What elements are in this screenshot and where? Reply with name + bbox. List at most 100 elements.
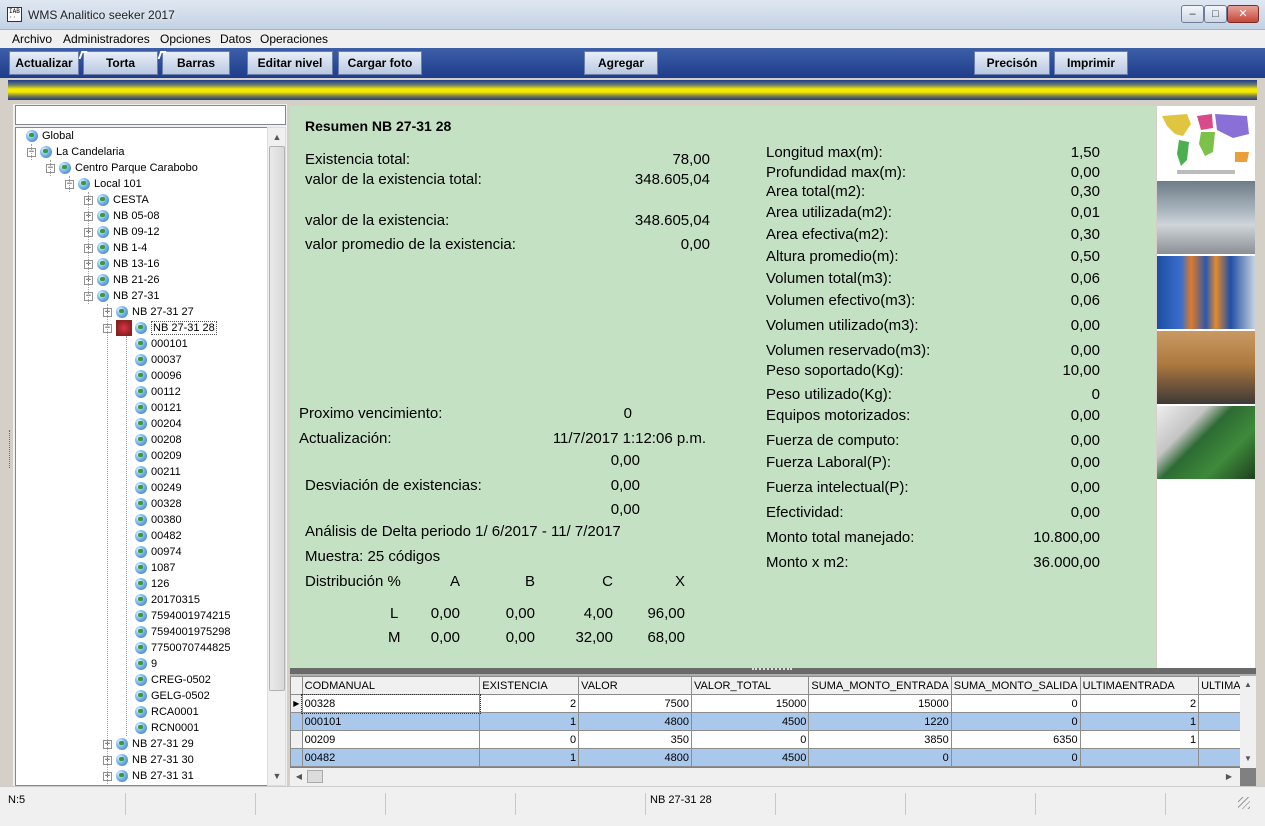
table-cell[interactable]: 4500 [690,748,810,767]
minimize-button[interactable]: – [1181,5,1204,23]
tree-node[interactable]: 00121 [122,400,182,416]
table-cell[interactable]: 15000 [808,694,952,713]
torta-button[interactable]: Torta [83,51,158,75]
table-cell[interactable]: 1220 [808,712,952,731]
actualizar-button[interactable]: Actualizar [9,51,79,75]
tree-node[interactable]: RCN0001 [122,720,199,736]
table-cell[interactable]: 1 [479,748,580,767]
agregar-button[interactable]: Agregar [584,51,658,75]
table-cell[interactable]: 6350 [950,730,1081,749]
circuit-image[interactable] [1157,406,1255,479]
tree-search-input[interactable] [15,105,286,125]
scroll-right-icon[interactable]: ▶ [1222,770,1236,784]
table-cell[interactable]: 1 [1079,730,1200,749]
tree-node[interactable]: 7594001974215 [122,608,231,624]
tree-node[interactable]: 00482 [122,528,182,544]
table-cell[interactable]: 0 [690,730,810,749]
table-cell[interactable]: 2 [479,694,580,713]
tree-scrollbar[interactable]: ▲ ▼ [267,127,286,786]
resize-grip-icon[interactable] [1238,797,1250,809]
tree-node[interactable]: CREG-0502 [122,672,211,688]
grid-horizontal-scrollbar[interactable]: ◀ ▶ [290,768,1240,786]
tree-node[interactable]: GELG-0502 [122,688,210,704]
table-cell[interactable]: 0 [950,712,1081,731]
menu-datos[interactable]: Datos [220,32,251,46]
tree-node[interactable]: 00974 [122,544,182,560]
tree-node[interactable]: RCA0001 [122,704,199,720]
row-indicator[interactable] [290,748,303,767]
scroll-up-icon[interactable]: ▲ [1241,678,1255,692]
table-cell[interactable]: 4500 [690,712,810,731]
tree-node[interactable]: 20170315 [122,592,200,608]
column-header[interactable]: CODMANUAL [301,676,481,695]
table-cell[interactable]: 0 [950,694,1081,713]
row-indicator[interactable] [290,712,303,731]
column-header[interactable]: SUMA_MONTO_ENTRADA [808,676,952,695]
tree-node[interactable]: 00204 [122,416,182,432]
tree-node[interactable]: 00380 [122,512,182,528]
table-cell[interactable]: 4800 [578,712,692,731]
tree-node[interactable]: − La Candelaria [27,144,125,160]
menu-opciones[interactable]: Opciones [160,32,211,46]
imprimir-button[interactable]: Imprimir [1054,51,1128,75]
close-button[interactable]: ✕ [1227,5,1259,23]
tree-node[interactable]: 00112 [122,384,181,400]
column-header[interactable]: SUMA_MONTO_SALIDA [950,676,1081,695]
tree-node[interactable]: + NB 05-08 [84,208,159,224]
tree-node[interactable]: + NB 27-31 27 [103,304,194,320]
table-cell[interactable]: 00328 [301,693,481,714]
scroll-left-icon[interactable]: ◀ [292,770,306,784]
table-cell[interactable]: 3850 [808,730,952,749]
tree-node[interactable]: + NB 09-12 [84,224,159,240]
tree-node[interactable]: − Local 101 [65,176,142,192]
tree-node[interactable]: Global [26,128,74,144]
editar-nivel-button[interactable]: Editar nivel [247,51,333,75]
scroll-down-icon[interactable]: ▼ [1241,752,1255,766]
precision-button[interactable]: Precisón [974,51,1050,75]
table-cell[interactable]: 350 [578,730,692,749]
tree-scroll-thumb[interactable] [269,146,285,691]
menu-administradores[interactable]: Administradores [63,32,150,46]
tree-node[interactable]: 7750070744825 [122,640,231,656]
table-cell[interactable]: 1 [479,712,580,731]
table-row[interactable]: 000101 1 4800 4500 1220 0 1 [290,712,1256,731]
table-cell[interactable]: 0 [479,730,580,749]
table-cell[interactable]: 0 [950,748,1081,767]
tree-node[interactable]: 7594001975298 [122,624,231,640]
tree-node[interactable]: 126 [122,576,169,592]
tree-node[interactable]: 1087 [122,560,175,576]
tree-node[interactable]: − NB 27-31 28 [103,320,217,337]
table-row[interactable]: 00209 0 350 0 3850 6350 1 [290,730,1256,749]
grid-scroll-thumb[interactable] [307,770,323,783]
racks-image[interactable] [1157,256,1255,329]
tree-node[interactable]: 00211 [122,464,181,480]
table-cell[interactable]: 15000 [690,694,810,713]
table-cell[interactable] [1079,748,1200,767]
boxes-image[interactable] [1157,331,1255,404]
tree-node[interactable]: 00209 [122,448,182,464]
tree-node[interactable]: 00208 [122,432,182,448]
table-cell[interactable]: 00209 [301,730,481,749]
tree-node[interactable]: 00249 [122,480,182,496]
table-row[interactable]: 00482 1 4800 4500 0 0 [290,748,1256,767]
tree-node[interactable]: + NB 13-16 [84,256,159,272]
table-cell[interactable]: 0 [808,748,952,767]
world-map-image[interactable] [1157,106,1255,179]
menu-operaciones[interactable]: Operaciones [260,32,328,46]
scroll-up-icon[interactable]: ▲ [270,130,284,144]
table-row[interactable]: ▶ 00328 2 7500 15000 15000 0 2 [290,693,1256,714]
tree-node[interactable]: 00328 [122,496,182,512]
warehouse-image[interactable] [1157,181,1255,254]
menu-archivo[interactable]: Archivo [12,32,52,46]
grid-vertical-scrollbar[interactable]: ▲ ▼ [1240,676,1256,768]
column-header[interactable]: VALOR [578,676,692,695]
row-indicator[interactable] [290,730,303,749]
tree-node[interactable]: + NB 1-4 [84,240,147,256]
cargar-foto-button[interactable]: Cargar foto [338,51,422,75]
barras-button[interactable]: Barras [162,51,230,75]
tree-node[interactable]: + NB 27-31 31 [103,768,194,784]
tree-node[interactable]: + CESTA [84,192,149,208]
tree-node[interactable]: + NB 21-26 [84,272,159,288]
tree-node[interactable]: + NB 27-31 29 [103,736,194,752]
tree-node[interactable]: 000101 [122,336,188,352]
